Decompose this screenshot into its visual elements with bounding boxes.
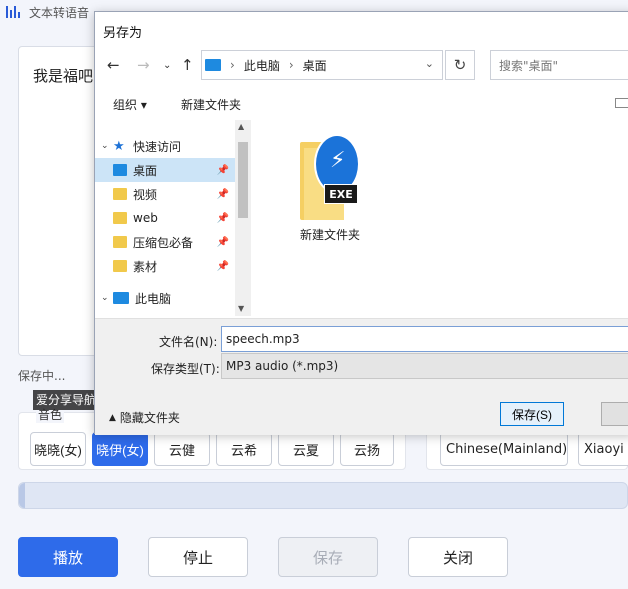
star-icon: ★: [113, 138, 125, 154]
filename-input[interactable]: speech.mp3: [221, 326, 628, 352]
app-title-bar: 文本转语音: [6, 3, 89, 21]
pin-icon: 📌: [216, 164, 229, 176]
folder-icon: [113, 188, 127, 200]
tree-item-desktop[interactable]: 桌面 📌: [95, 158, 235, 182]
tree-item-web[interactable]: web 📌: [95, 206, 235, 230]
organize-menu[interactable]: 组织 ▾: [113, 96, 147, 113]
chevron-up-icon: ▲: [109, 412, 116, 423]
hide-folders-toggle[interactable]: ▲ 隐藏文件夹: [109, 409, 180, 426]
pin-icon: 📌: [216, 188, 229, 200]
file-list: ⚡ EXE 新建文件夹: [251, 120, 628, 316]
expand-chevron-icon[interactable]: ⌄: [101, 293, 113, 303]
chevron-right-icon: ›: [288, 58, 294, 72]
text-input-area[interactable]: 我是福吧: [18, 46, 98, 356]
navigation-tree: ⌄ ★ 快速访问 桌面 📌 视频 📌 web 📌 压缩包必备 📌 素材 📌 ⌄ …: [95, 120, 251, 316]
dialog-save-button[interactable]: 保存(S): [500, 402, 564, 426]
pin-icon: 📌: [216, 236, 229, 248]
tree-item-quick-access[interactable]: ⌄ ★ 快速访问: [95, 134, 235, 158]
language-value: Chinese(Mainland): [446, 441, 568, 457]
close-button[interactable]: 关闭: [408, 537, 508, 577]
computer-icon: [205, 59, 221, 71]
progress-bar: [18, 482, 628, 509]
progress-fill: [19, 483, 26, 508]
voice-button-yunjian[interactable]: 云健: [154, 432, 210, 466]
tree-item-videos[interactable]: 视频 📌: [95, 182, 235, 206]
file-item-name: 新建文件夹: [299, 228, 360, 242]
play-button[interactable]: 播放: [18, 537, 118, 577]
chevron-down-icon[interactable]: ⌄: [425, 57, 434, 70]
voice-name-value: Xiaoyi: [584, 441, 624, 457]
folder-icon: [113, 212, 127, 224]
voice-button-yunxi[interactable]: 云希: [216, 432, 272, 466]
view-options-icon[interactable]: [615, 98, 628, 108]
chevron-right-icon: ›: [230, 58, 235, 72]
stop-button[interactable]: 停止: [148, 537, 248, 577]
pin-icon: 📌: [216, 212, 229, 224]
dialog-toolbar: 组织 ▾ 新建文件夹: [95, 92, 628, 118]
desktop-icon: [113, 164, 127, 176]
voice-button-yunyang[interactable]: 云扬: [340, 432, 394, 466]
save-button[interactable]: 保存: [278, 537, 378, 577]
file-item-new-folder[interactable]: ⚡ EXE 新建文件夹: [285, 134, 375, 243]
scroll-up-icon[interactable]: ▲: [238, 122, 244, 131]
app-title: 文本转语音: [29, 5, 90, 20]
app-logo-icon: [6, 5, 24, 19]
tree-item-materials[interactable]: 素材 📌: [95, 254, 235, 278]
computer-icon: [113, 292, 129, 304]
scroll-down-icon[interactable]: ▼: [238, 304, 244, 313]
dialog-title: 另存为: [103, 26, 143, 41]
breadcrumb-desktop[interactable]: 桌面: [303, 57, 327, 74]
tree-item-archives[interactable]: 压缩包必备 📌: [95, 230, 235, 254]
voice-name-select[interactable]: Xiaoyi: [578, 432, 628, 466]
voice-button-xiaoxiao[interactable]: 晓晓(女): [30, 432, 86, 466]
language-select[interactable]: Chinese(Mainland) ▾: [440, 432, 568, 466]
status-text: 保存中...: [18, 369, 66, 383]
up-arrow-icon[interactable]: ↑: [181, 56, 194, 74]
breadcrumb-this-pc[interactable]: 此电脑: [244, 57, 280, 74]
filename-label: 文件名(N):: [159, 335, 218, 349]
folder-icon: [113, 236, 127, 248]
save-as-dialog: 另存为 ← → ⌄ ↑ › 此电脑 › 桌面 ⌄ ↻ 搜索"桌面" 组织 ▾ 新…: [94, 11, 628, 435]
dialog-footer: 文件名(N): speech.mp3 保存类型(T): MP3 audio (*…: [95, 318, 628, 435]
new-folder-button[interactable]: 新建文件夹: [181, 96, 241, 113]
pin-icon: 📌: [216, 260, 229, 272]
refresh-icon[interactable]: ↻: [445, 50, 475, 80]
exe-folder-icon: ⚡ EXE: [300, 134, 360, 220]
tree-item-this-pc[interactable]: ⌄ 此电脑: [95, 286, 235, 310]
expand-chevron-icon[interactable]: ⌄: [101, 141, 113, 151]
voice-button-xiaoyi[interactable]: 晓伊(女): [92, 432, 148, 466]
forward-arrow-icon[interactable]: →: [137, 56, 150, 74]
filetype-label: 保存类型(T):: [151, 362, 220, 376]
search-input[interactable]: 搜索"桌面": [490, 50, 628, 80]
address-bar[interactable]: › 此电脑 › 桌面 ⌄: [201, 50, 443, 80]
scrollbar-thumb[interactable]: [238, 142, 248, 218]
back-arrow-icon[interactable]: ←: [107, 56, 120, 74]
voice-button-yunxia[interactable]: 云夏: [278, 432, 334, 466]
filetype-select[interactable]: MP3 audio (*.mp3): [221, 353, 628, 379]
recent-locations-chevron-icon[interactable]: ⌄: [163, 60, 171, 71]
tree-scrollbar[interactable]: ▲ ▼: [235, 120, 251, 316]
navigation-bar: ← → ⌄ ↑ › 此电脑 › 桌面 ⌄ ↻ 搜索"桌面": [95, 48, 628, 84]
dialog-cancel-button[interactable]: [601, 402, 628, 426]
folder-icon: [113, 260, 127, 272]
